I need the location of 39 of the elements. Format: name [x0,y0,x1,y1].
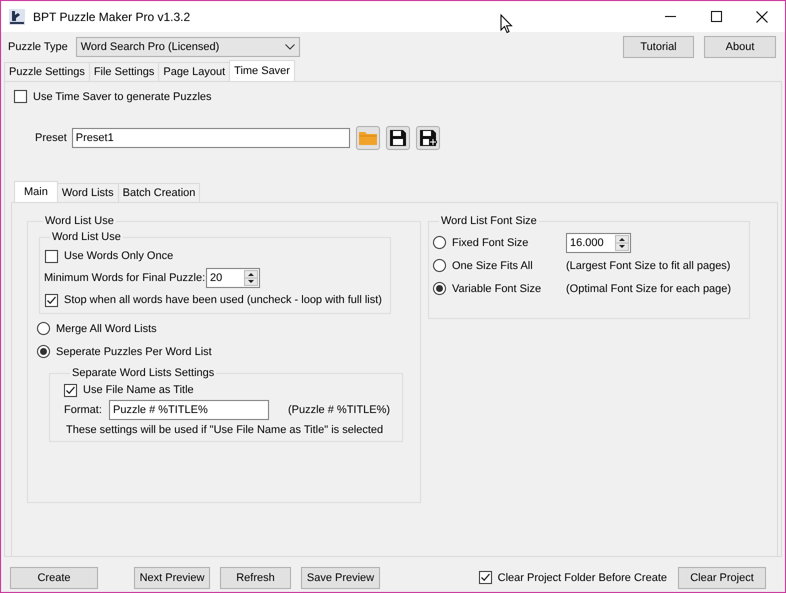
min-words-spinner[interactable]: 20 [206,268,260,288]
option-note: (Optimal Font Size for each page) [566,282,732,294]
puzzle-type-label: Puzzle Type [8,40,68,52]
checkbox-label: Stop when all words have been used (uncheck - loop with full list) [64,294,382,306]
checkbox-label: Use Words Only Once [64,250,174,262]
radio-label: Variable Font Size [452,282,542,294]
puzzle-type-dropdown[interactable]: Word Search Pro (Licensed) [76,36,300,56]
window-title: BPT Puzzle Maker Pro v1.3.2 [33,10,190,24]
group-title: Word List Use [44,215,115,227]
sub-tab[interactable]: Main [14,181,58,202]
checkbox-label: Use Time Saver to generate Puzzles [33,90,212,102]
radio-label: Seperate Puzzles Per Word List [56,346,212,358]
preset-field[interactable]: Preset1 [72,128,350,148]
sub-tab[interactable]: Batch Creation [118,183,200,202]
group-title: Separate Word Lists Settings [71,367,216,379]
checkbox-label: Use File Name as Title [83,384,194,396]
footer-button[interactable]: Save Preview [301,566,380,588]
font-size-spinner[interactable]: 16.000 [566,232,631,252]
format-label: Format: [64,404,103,416]
tab[interactable]: Puzzle Settings [4,62,90,81]
group-title: Word List Font Size [440,215,538,227]
min-words-label: Minimum Words for Final Puzzle: [44,272,206,284]
footer-button[interactable]: Next Preview [134,566,210,588]
footer-button[interactable]: Refresh [220,566,291,588]
radio-label: Merge All Word Lists [56,322,157,334]
clear-project-button[interactable]: Clear Project [678,566,766,588]
checkbox-label: Clear Project Folder Before Create [498,572,667,584]
preset-label: Preset [35,132,67,144]
format-field[interactable]: Puzzle # %TITLE% [109,400,269,420]
group-title: Word List Use [51,231,122,243]
format-preview: (Puzzle # %TITLE%) [288,404,390,416]
radio-label: Fixed Font Size [452,236,528,248]
radio-label: One Size Fits All [452,260,533,272]
header-button[interactable]: About [704,36,776,58]
settings-note: These settings will be used if "Use File Name as Title" is selected [66,424,384,436]
footer-button[interactable]: Create [10,566,98,588]
option-note: (Largest Font Size to fit all pages) [566,260,730,272]
header-button[interactable]: Tutorial [623,36,694,58]
tab[interactable]: Time Saver [229,60,295,81]
